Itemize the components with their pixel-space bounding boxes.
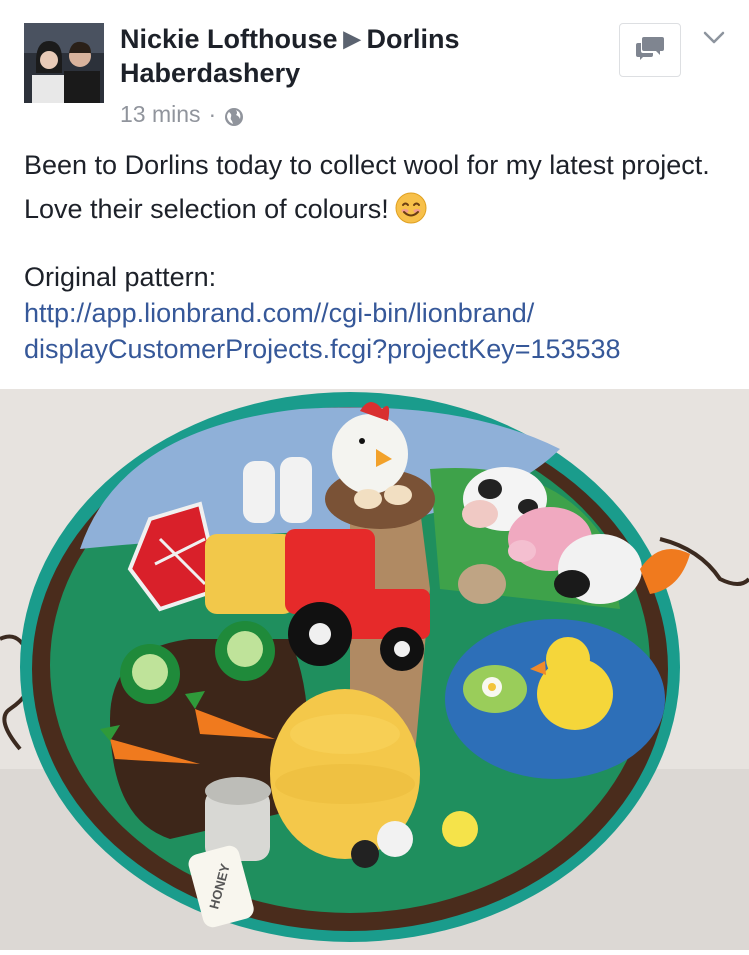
pattern-link-line-2[interactable]: displayCustomerProjects.fcgi?projectKey=… [24, 331, 724, 367]
meta-separator: · [208, 101, 217, 127]
post-photo[interactable]: HONEY [0, 389, 749, 950]
globe-icon [224, 104, 244, 126]
chevron-down-icon [702, 30, 726, 51]
post-timestamp[interactable]: 13 mins [120, 99, 201, 129]
smiling-face-emoji-icon [395, 192, 427, 224]
pattern-link-line-1[interactable]: http://app.lionbrand.com//cgi-bin/lionbr… [24, 295, 724, 331]
post-options-button[interactable] [700, 26, 728, 54]
comment-icon [635, 35, 665, 66]
facebook-post: Nickie Lofthouse ▶ Dorlins Haberdashery 13… [0, 0, 749, 955]
pattern-label: Original pattern: [24, 262, 217, 292]
post-message: Been to Dorlins today to collect wool fo… [24, 143, 724, 231]
post-message-text: Been to Dorlins today to collect wool fo… [24, 150, 710, 224]
messenger-comment-button[interactable] [619, 23, 681, 77]
post-meta: 13 mins · [120, 99, 244, 129]
shared-to-arrow-icon: ▶ [343, 26, 361, 51]
author-name[interactable]: Nickie Lofthouse [120, 24, 338, 54]
profile-avatar[interactable] [24, 23, 104, 103]
post-body: Been to Dorlins today to collect wool fo… [24, 143, 724, 367]
post-header-names: Nickie Lofthouse ▶ Dorlins Haberdashery [120, 22, 590, 90]
